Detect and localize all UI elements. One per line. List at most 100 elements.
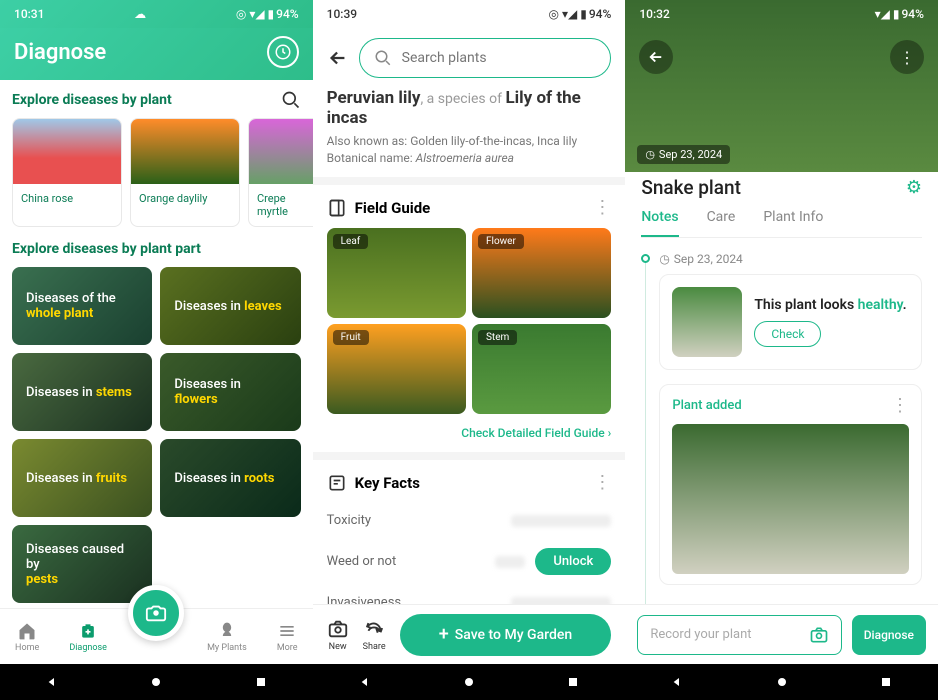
guide-flower[interactable]: Flower [472, 228, 611, 318]
part-card-whole[interactable]: Diseases of thewhole plant [12, 267, 152, 345]
status-bar: 10:31 ☁ ◎ ▾◢ ▮ 94% [0, 0, 313, 28]
body: Explore diseases by plant China rose Ora… [0, 80, 313, 608]
tab-notes[interactable]: Notes [641, 209, 678, 237]
more-button[interactable]: ⋮ [890, 40, 924, 74]
status-right: ▾◢ ▮ 94% [875, 7, 924, 21]
plant-part-grid: Diseases of thewhole plant Diseases in l… [12, 267, 301, 603]
share-button[interactable]: Share [363, 618, 386, 652]
nav-home[interactable]: Home [15, 621, 39, 653]
status-time: 10:32 [639, 7, 669, 21]
recent-icon[interactable] [565, 674, 581, 690]
back-icon[interactable] [44, 674, 60, 690]
screen-diagnose: 10:31 ☁ ◎ ▾◢ ▮ 94% Diagnose Explore dise… [0, 0, 313, 700]
section-title-parts: Explore diseases by plant part [12, 241, 301, 257]
card-more-icon[interactable]: ⋮ [891, 395, 909, 416]
back-arrow-icon[interactable] [327, 47, 349, 69]
screen-plant-detail: 10:39 ◎ ▾◢ ▮ 94% Peruvian lily, a specie… [313, 0, 626, 700]
recent-icon[interactable] [878, 674, 894, 690]
guide-leaf[interactable]: Leaf [327, 228, 466, 318]
plant-card[interactable]: China rose [12, 118, 122, 227]
plant-carousel[interactable]: China rose Orange daylily Crepe myrtle [12, 118, 301, 227]
status-cloud-icon: ☁ [134, 7, 146, 21]
facts-icon [327, 473, 347, 493]
search-icon[interactable] [281, 90, 301, 110]
status-time: 10:39 [327, 7, 357, 21]
home-icon[interactable] [148, 674, 164, 690]
more-icon[interactable]: ⋮ [593, 472, 611, 493]
bottom-actions: New Share +Save to My Garden [313, 604, 626, 664]
recent-icon[interactable] [253, 674, 269, 690]
timeline-date: ◷ Sep 23, 2024 [659, 252, 922, 266]
search-icon [374, 49, 392, 67]
status-time: 10:31 [14, 7, 44, 21]
search-input-container[interactable] [359, 38, 612, 78]
screen-my-plant: 10:32 ▾◢ ▮ 94% ⋮ ◷ Sep 23, 2024 Snake pl… [625, 0, 938, 700]
aka-line: Also known as: Golden lily-of-the-incas,… [327, 134, 612, 148]
guide-stem[interactable]: Stem [472, 324, 611, 414]
settings-gear-icon[interactable]: ⚙ [906, 177, 922, 198]
save-to-garden-button[interactable]: +Save to My Garden [400, 614, 612, 656]
search-input[interactable] [402, 50, 597, 66]
timeline: ◷ Sep 23, 2024 This plant looks healthy.… [641, 252, 922, 604]
fact-toxicity: Toxicity [327, 503, 612, 538]
plant-name: Snake plant [641, 176, 741, 199]
tab-care[interactable]: Care [707, 209, 736, 237]
botanical-line: Botanical name: Alstroemeria aurea [327, 151, 612, 165]
part-card-stems[interactable]: Diseases in stems [12, 353, 152, 431]
nav-diagnose[interactable]: Diagnose [69, 621, 107, 653]
plant-thumbnail [672, 287, 742, 357]
new-button[interactable]: New [327, 618, 349, 652]
field-guide-title: Field Guide [355, 199, 586, 217]
fact-invasive: Invasiveness [327, 585, 612, 604]
header: Diagnose [0, 28, 313, 80]
book-icon [327, 198, 347, 218]
history-button[interactable] [267, 36, 299, 68]
tab-info[interactable]: Plant Info [763, 209, 823, 237]
page-title: Diagnose [14, 40, 106, 65]
android-nav [313, 664, 626, 700]
guide-fruit[interactable]: Fruit [327, 324, 466, 414]
back-icon[interactable] [357, 674, 373, 690]
home-icon[interactable] [774, 674, 790, 690]
android-nav [625, 664, 938, 700]
added-label: Plant added [672, 398, 741, 413]
camera-fab[interactable] [128, 585, 184, 641]
plant-card[interactable]: Orange daylily [130, 118, 240, 227]
detail-sheet: Snake plant ⚙ Notes Care Plant Info ◷ Se… [625, 162, 938, 604]
back-button[interactable] [639, 40, 673, 74]
status-bar: 10:39 ◎ ▾◢ ▮ 94% [313, 0, 626, 28]
back-icon[interactable] [669, 674, 685, 690]
more-icon[interactable]: ⋮ [593, 197, 611, 218]
part-card-roots[interactable]: Diseases in roots [160, 439, 300, 517]
part-card-flowers[interactable]: Diseases in flowers [160, 353, 300, 431]
key-facts-title: Key Facts [355, 474, 586, 492]
hero-date: ◷ Sep 23, 2024 [637, 145, 730, 164]
record-placeholder: Record your plant [650, 627, 751, 642]
status-right: ◎ ▾◢ ▮ 94% [236, 7, 299, 21]
plant-card[interactable]: Crepe myrtle [248, 118, 313, 227]
record-input[interactable]: Record your plant [637, 615, 841, 655]
bottom-nav: Home Diagnose My Plants More [0, 608, 313, 664]
fact-weed: Weed or notUnlock [327, 538, 612, 585]
health-card[interactable]: This plant looks healthy. Check [659, 274, 922, 370]
part-card-fruits[interactable]: Diseases in fruits [12, 439, 152, 517]
nav-myplants[interactable]: My Plants [207, 621, 247, 653]
diagnose-button[interactable]: Diagnose [852, 615, 926, 655]
android-nav [0, 664, 313, 700]
nav-more[interactable]: More [277, 621, 298, 653]
search-row [313, 28, 626, 88]
status-bar: 10:32 ▾◢ ▮ 94% [625, 0, 938, 28]
species-title: Peruvian lily, a species of Lily of the … [327, 88, 612, 128]
unlock-button[interactable]: Unlock [535, 548, 611, 575]
tabs: Notes Care Plant Info [641, 209, 922, 238]
camera-icon[interactable] [809, 625, 829, 645]
plant-added-card[interactable]: Plant added ⋮ [659, 384, 922, 585]
added-image [672, 424, 909, 574]
status-right: ◎ ▾◢ ▮ 94% [549, 7, 612, 21]
home-icon[interactable] [461, 674, 477, 690]
check-guide-link[interactable]: Check Detailed Field Guide › [327, 426, 612, 440]
part-card-leaves[interactable]: Diseases in leaves [160, 267, 300, 345]
part-card-pests[interactable]: Diseases caused bypests [12, 525, 152, 603]
check-button[interactable]: Check [754, 321, 821, 347]
health-text: This plant looks healthy. [754, 297, 906, 313]
